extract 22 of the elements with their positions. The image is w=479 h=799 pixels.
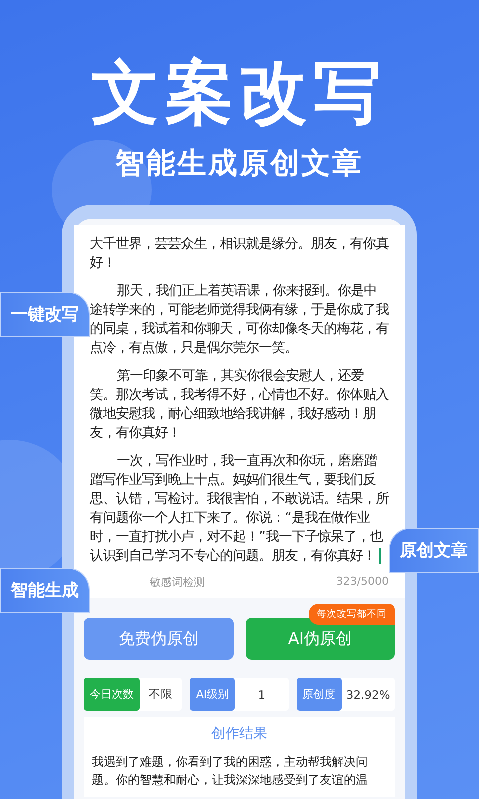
stat-value: 不限 — [148, 686, 174, 703]
feature-badge: 智能生成 — [0, 568, 90, 613]
result-title: 创作结果 — [210, 725, 268, 743]
stat-label: 今日次数 — [84, 678, 140, 711]
free-rewrite-button[interactable]: 免费伪原创 — [84, 618, 234, 660]
ai-rewrite-button[interactable]: AI伪原创 — [246, 618, 395, 660]
stat-value: 1 — [257, 686, 267, 704]
paragraph: 第一印象不可靠，其实你很会安慰人，还爱笑。那次考试，我考得不好，心情也不好。你体贴入微地安慰我，耐心细致地给我讲解，我好感动！朋友，有你真好！ — [90, 368, 389, 443]
paragraph: 一次，写作业时，我一直再次和你玩，磨磨蹭蹭写作业写到晚上十点。妈妈们很生气，要我们反思、认错，写检讨。我很害怕，不敢说话。结果，所有问题你一个人扛下来了。你说：“是我在做作业时，一直打扰小卢，对不起！”我一下子惊呆了，也认识到自己学习不专心的问题。朋友，有你真好！ — [90, 452, 389, 566]
stat-label: 原创度 — [296, 678, 342, 711]
paragraph: 大千世界，芸芸众生，相识就是缘分。朋友，有你真好！ — [90, 236, 389, 273]
stat-value: 32.92% — [345, 686, 392, 704]
stat-label: AI级别 — [190, 678, 236, 711]
result-text: 我遇到了难题，你看到了我的困惑，主动帮我解决问题。你的智慧和耐心，让我深深地感受到了友谊的温 — [92, 754, 369, 789]
promo-tag: 每次改写都不同 — [309, 604, 395, 625]
hero-title: 文案改写 — [92, 53, 388, 135]
char-count: 323/5000 — [336, 575, 389, 590]
paragraph: 那天，我们正上着英语课，你来报到。你是中途转学来的，可能老师觉得我俩有缘，于是你成了我的同桌，我试着和你聊天，可你却像冬天的梅花，有点冷，有点傲，只是偶尔莞尔一笑。 — [90, 282, 389, 358]
sensitive-check-link[interactable]: 敏感词检测 — [150, 575, 205, 590]
feature-badge: 原创文章 — [389, 528, 479, 573]
feature-badge: 一键改写 — [0, 292, 90, 337]
hero-subtitle: 智能生成原创文章 — [116, 145, 364, 182]
